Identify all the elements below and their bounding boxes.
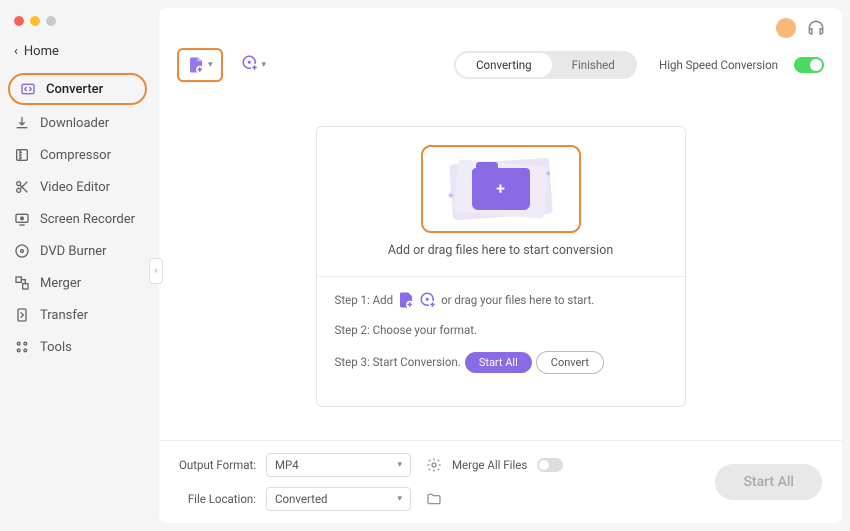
file-add-icon — [187, 56, 205, 74]
sidebar-item-screen-recorder[interactable]: Screen Recorder — [0, 203, 155, 235]
disc-add-icon — [241, 54, 259, 76]
sidebar-item-tools[interactable]: Tools — [0, 331, 155, 363]
sidebar-item-label: Screen Recorder — [40, 212, 135, 227]
select-value: Converted — [275, 492, 328, 506]
sidebar-item-label: Tools — [40, 340, 72, 355]
sidebar-item-label: Video Editor — [40, 180, 110, 195]
toolbar: ▾ ▾ Converting Finished High Speed Conve… — [159, 42, 842, 92]
main-area: ▾ ▾ Converting Finished High Speed Conve… — [159, 8, 842, 523]
file-add-icon — [397, 291, 415, 309]
home-link[interactable]: ‹ Home — [0, 38, 155, 71]
add-disc-button[interactable]: ▾ — [233, 48, 275, 82]
window-controls — [0, 8, 155, 38]
caret-down-icon: ▾ — [262, 60, 267, 70]
merge-all-toggle[interactable] — [537, 458, 563, 472]
footer: Output Format: MP4 ▾ Merge All Files Sta… — [159, 440, 842, 523]
add-file-button[interactable]: ▾ — [177, 48, 223, 82]
sidebar-item-label: Downloader — [40, 116, 109, 131]
tab-converting[interactable]: Converting — [456, 53, 552, 77]
drop-visual[interactable]: ✦ ✦ + — [421, 145, 581, 233]
converter-icon — [20, 81, 36, 97]
editor-icon — [14, 179, 30, 195]
content: ✦ ✦ + Add or drag files here to start co… — [159, 92, 842, 440]
avatar[interactable] — [776, 18, 796, 38]
output-format-select[interactable]: MP4 ▾ — [266, 453, 411, 477]
sidebar-item-label: DVD Burner — [40, 244, 107, 259]
step-text: Step 3: Start Conversion. — [335, 355, 461, 369]
compressor-icon — [14, 147, 30, 163]
maximize-window-icon[interactable] — [46, 16, 56, 26]
caret-down-icon: ▾ — [208, 60, 213, 70]
folder-add-icon: + — [472, 168, 530, 210]
sidebar-item-dvd-burner[interactable]: DVD Burner — [0, 235, 155, 267]
merger-icon — [14, 275, 30, 291]
open-folder-icon[interactable] — [426, 491, 442, 507]
disc-add-icon — [419, 291, 437, 309]
sidebar-item-label: Transfer — [40, 308, 88, 323]
transfer-icon — [14, 307, 30, 323]
sidebar-item-downloader[interactable]: Downloader — [0, 107, 155, 139]
merge-all-label: Merge All Files — [452, 458, 527, 472]
sidebar-item-merger[interactable]: Merger — [0, 267, 155, 299]
select-value: MP4 — [275, 458, 299, 472]
high-speed-toggle[interactable] — [794, 57, 824, 73]
sidebar-item-label: Converter — [46, 82, 103, 97]
high-speed-label: High Speed Conversion — [659, 58, 778, 72]
sidebar: ‹ Home Converter Downloader Compressor V… — [0, 0, 155, 531]
sparkle-icon: ✦ — [447, 191, 455, 202]
home-label: Home — [24, 44, 59, 59]
file-location-select[interactable]: Converted ▾ — [266, 487, 411, 511]
tab-finished[interactable]: Finished — [552, 53, 635, 77]
dropzone[interactable]: ✦ ✦ + Add or drag files here to start co… — [316, 126, 686, 407]
convert-pill[interactable]: Convert — [536, 351, 604, 374]
sidebar-item-compressor[interactable]: Compressor — [0, 139, 155, 171]
minimize-window-icon[interactable] — [30, 16, 40, 26]
step-3: Step 3: Start Conversion. Start All Conv… — [335, 351, 667, 374]
collapse-sidebar-button[interactable]: ‹ — [149, 258, 163, 284]
start-all-pill[interactable]: Start All — [465, 352, 532, 373]
main-header — [159, 8, 842, 42]
caret-down-icon: ▾ — [397, 460, 402, 470]
step-text: or drag your files here to start. — [441, 293, 594, 307]
sidebar-item-video-editor[interactable]: Video Editor — [0, 171, 155, 203]
tools-icon — [14, 339, 30, 355]
sparkle-icon: ✦ — [544, 169, 552, 180]
caret-down-icon: ▾ — [397, 494, 402, 504]
sidebar-item-label: Compressor — [40, 148, 111, 163]
support-icon[interactable] — [806, 18, 826, 38]
close-window-icon[interactable] — [14, 16, 24, 26]
output-format-label: Output Format: — [179, 458, 256, 472]
dvd-icon — [14, 243, 30, 259]
settings-gear-icon[interactable] — [426, 457, 442, 473]
step-1: Step 1: Add or drag your files here to s… — [335, 291, 667, 309]
chevron-left-icon: ‹ — [14, 44, 18, 59]
sidebar-item-transfer[interactable]: Transfer — [0, 299, 155, 331]
sidebar-item-label: Merger — [40, 276, 81, 291]
recorder-icon — [14, 211, 30, 227]
steps: Step 1: Add or drag your files here to s… — [317, 276, 685, 392]
file-location-label: File Location: — [179, 492, 256, 506]
sidebar-item-converter[interactable]: Converter — [8, 73, 147, 105]
start-all-button[interactable]: Start All — [715, 464, 822, 500]
step-text: Step 1: Add — [335, 293, 394, 307]
downloader-icon — [14, 115, 30, 131]
dropzone-text: Add or drag files here to start conversi… — [317, 243, 685, 258]
step-2: Step 2: Choose your format. — [335, 323, 667, 337]
tabs: Converting Finished — [454, 51, 637, 79]
